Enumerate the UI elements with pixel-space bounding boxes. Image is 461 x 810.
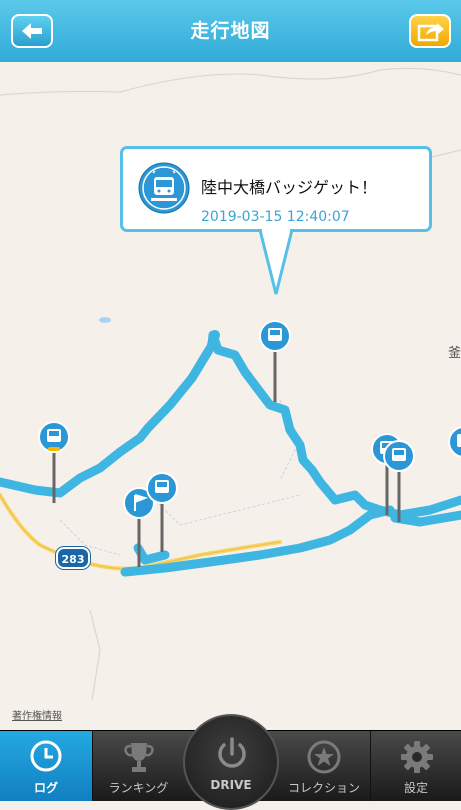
copyright-link[interactable]: 著作権情報	[12, 707, 62, 722]
popup-timestamp: 2019-03-15 12:40:07	[201, 209, 350, 225]
power-icon	[218, 737, 246, 768]
back-arrow-icon	[22, 23, 42, 39]
clock-icon	[30, 740, 62, 772]
share-icon	[417, 23, 444, 42]
tab-log[interactable]: ログ	[0, 731, 92, 801]
tab-label: 設定	[403, 781, 428, 795]
drive-button[interactable]: DRIVE	[183, 714, 279, 810]
station-pin[interactable]	[448, 426, 461, 466]
share-button[interactable]	[409, 14, 451, 48]
train-badge-icon	[259, 320, 291, 402]
header-bar: 走行地図	[0, 0, 461, 62]
trophy-icon	[124, 743, 154, 772]
train-badge-icon	[138, 162, 190, 214]
tab-label: コレクション	[287, 781, 360, 795]
page-title: 走行地図	[190, 20, 271, 42]
popup-title: 陸中大橋バッジゲット！	[201, 178, 378, 197]
gear-icon	[401, 741, 433, 773]
tab-settings[interactable]: 設定	[370, 731, 461, 801]
train-badge-icon	[38, 421, 70, 503]
badge-popup[interactable]: 陸中大橋バッジゲット！ 2019-03-15 12:40:07	[120, 146, 432, 232]
route-283-badge: 283	[56, 547, 90, 569]
back-button[interactable]	[11, 14, 53, 48]
map-place-label: 釜	[448, 346, 461, 361]
train-badge-icon	[448, 426, 461, 458]
tab-ranking[interactable]: ランキング	[92, 731, 184, 801]
tab-label: ログ	[33, 781, 58, 795]
drive-label: DRIVE	[210, 778, 252, 792]
star-icon	[307, 740, 341, 774]
train-badge-icon	[383, 440, 415, 522]
train-badge-icon	[146, 472, 178, 552]
tab-label: ランキング	[108, 781, 169, 795]
tab-collection[interactable]: コレクション	[278, 731, 370, 801]
popup-pointer	[258, 228, 294, 295]
